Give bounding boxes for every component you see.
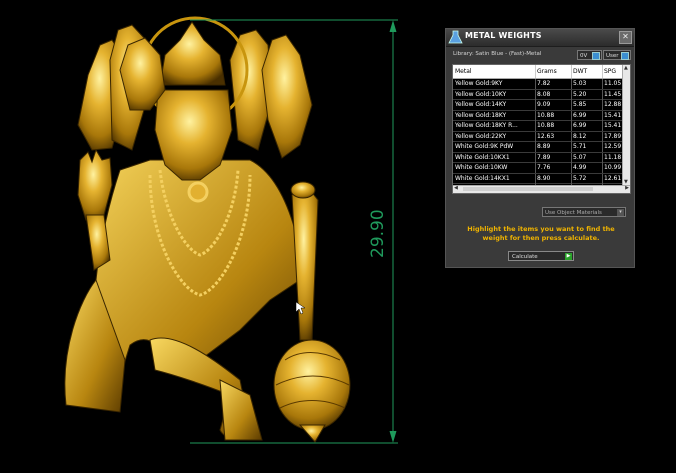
table-cell: 8.12 [573,132,587,140]
table-cell: Yellow Gold:22KY [455,132,507,140]
metal-weights-panel: METAL WEIGHTS ✕ Library: Satin Blue - (F… [445,28,635,268]
table-cell: Yellow Gold:18KY R... [455,122,518,129]
scroll-up-icon[interactable]: ▲ [624,65,628,71]
table-cell: 7.89 [537,153,551,161]
flask-icon [448,30,463,44]
table-row[interactable]: White Gold:14KX1 8.90 5.72 12.61 [453,173,625,184]
table-cell: 7.76 [537,164,551,171]
table-cell: Yellow Gold:18KY [455,111,507,119]
table-row[interactable]: Yellow Gold:18KY R... 10.88 6.99 15.41 [453,121,625,132]
table-rows: Yellow Gold:9KY 7.82 5.03 11.05 Yellow Gold:… [453,79,625,193]
table-cell: 5.07 [573,153,587,161]
table-row[interactable]: Yellow Gold:14KY 9.09 5.85 12.88 [453,100,625,111]
horizontal-scrollbar[interactable]: ◀ ▶ [453,185,630,193]
column-header-grams[interactable]: Grams [537,65,571,78]
table-cell: White Gold:10KW [455,164,508,171]
table-cell: 5.85 [573,101,587,108]
table-cell: 5.71 [573,143,587,150]
table-row[interactable]: White Gold:10KX1 7.89 5.07 11.18 [453,152,625,163]
column-header-dwt[interactable]: DWT [573,65,603,78]
scroll-thumb[interactable] [463,187,593,191]
table-row[interactable]: Yellow Gold:9KY 7.82 5.03 11.05 [453,79,625,90]
table-cell: 6.99 [573,111,587,119]
table-cell: 4.99 [573,164,587,171]
table-cell: 5.72 [573,174,587,182]
table-cell: 8.90 [537,174,551,182]
scroll-right-icon[interactable]: ▶ [625,185,629,191]
table-cell: 5.20 [573,90,587,98]
unit-2-value: User [606,53,619,59]
table-cell: 12.63 [537,132,555,140]
table-cell: 6.99 [573,122,587,129]
library-label: Library: Satin Blue - (Fast)-Metal [453,51,542,57]
table-header: Metal Grams DWT SPG [453,65,625,79]
panel-titlebar[interactable]: METAL WEIGHTS ✕ [446,29,634,47]
chevron-down-icon: ▾ [617,209,624,216]
unit-select-1[interactable]: 0V [577,50,602,60]
play-icon: ▶ [565,253,572,260]
use-object-materials-select[interactable]: Use Object Materials ▾ [542,207,626,217]
spin-icon [592,52,600,60]
central-head [119,21,233,181]
table-cell: Yellow Gold:14KY [455,101,507,108]
panel-title: METAL WEIGHTS [465,31,542,40]
table-row[interactable]: White Gold:10KW 7.76 4.99 10.99 [453,163,625,174]
use-object-label: Use Object Materials [545,210,602,216]
unit-select-2[interactable]: User [603,50,631,60]
spin-icon [621,52,629,60]
table-row[interactable]: Yellow Gold:22KY 12.63 8.12 17.89 [453,131,625,142]
table-cell: 5.03 [573,80,587,87]
table-cell: White Gold:14KX1 [455,174,510,182]
table-row[interactable]: Yellow Gold:10KY 8.08 5.20 11.45 [453,89,625,100]
raised-hand [77,148,113,271]
scroll-left-icon[interactable]: ◀ [454,185,458,191]
table-cell: 10.88 [537,122,555,129]
table-row[interactable]: Yellow Gold:18KY 10.88 6.99 15.41 [453,110,625,121]
vertical-scrollbar[interactable]: ▲ ▼ [622,65,630,185]
metal-table[interactable]: Metal Grams DWT SPG Yellow Gold:9KY 7.82 5… [452,64,631,194]
table-cell: 10.88 [537,111,555,119]
calculate-button[interactable]: Calculate ▶ [508,251,574,261]
table-cell: 8.89 [537,143,551,150]
calculate-label: Calculate [512,254,538,260]
column-header-metal[interactable]: Metal [455,65,535,78]
table-cell: 7.82 [537,80,551,87]
help-text: Highlight the items you want to find the… [467,225,615,242]
dimension-label: 29.90 [368,209,388,258]
table-cell: 8.08 [537,90,551,98]
table-cell: Yellow Gold:10KY [455,90,507,98]
table-cell: White Gold:9K PdW [455,143,514,150]
table-cell: Yellow Gold:9KY [455,80,503,87]
table-row[interactable]: White Gold:9K PdW 8.89 5.71 12.59 [453,142,625,153]
unit-1-value: 0V [580,53,588,59]
table-cell: 9.09 [537,101,551,108]
table-cell: White Gold:10KX1 [455,153,510,161]
close-button[interactable]: ✕ [619,31,632,44]
